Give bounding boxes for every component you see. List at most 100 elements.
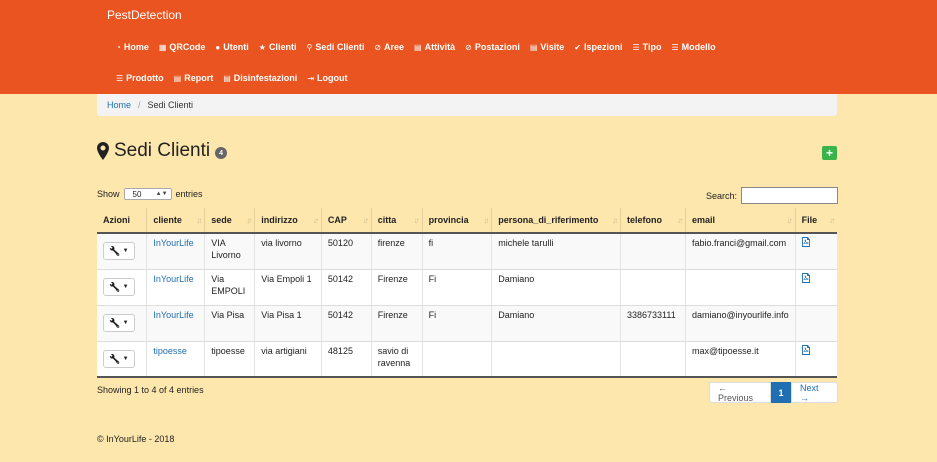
column-header-citta[interactable]: citta ↓↑ bbox=[371, 208, 423, 234]
caret-down-icon: ▼ bbox=[122, 355, 129, 362]
select-arrows-icon: ▲▼ bbox=[155, 191, 168, 197]
sort-icon: ↓↑ bbox=[246, 216, 252, 225]
cell-indirizzo: Via Pisa 1 bbox=[254, 305, 322, 342]
list-icon: ☰ bbox=[116, 73, 124, 83]
nav-label: Home bbox=[123, 42, 149, 52]
file-pdf-icon[interactable] bbox=[801, 344, 810, 355]
navbar: PestDetection ◔ Home ▦ QRCode ● Utenti ★ Client… bbox=[0, 0, 937, 94]
column-header-email[interactable]: email ↓↑ bbox=[685, 208, 796, 234]
cell-cliente[interactable]: InYourLife bbox=[146, 233, 206, 270]
column-header-label: cliente bbox=[153, 215, 182, 225]
cell-cliente[interactable]: InYourLife bbox=[146, 269, 206, 306]
nav-row-1: ◔ Home ▦ QRCode ● Utenti ★ Clienti ⚲ Sedi Clienti… bbox=[107, 40, 721, 54]
brand-link[interactable]: PestDetection bbox=[107, 8, 182, 22]
table-row: 🔧 ▼ InYourLife Via EMPOLI Via Empoli 1 50142 F… bbox=[97, 269, 837, 306]
actions-dropdown-button[interactable]: 🔧 ▼ bbox=[103, 349, 135, 368]
breadcrumb-home-link[interactable]: Home bbox=[107, 100, 131, 110]
column-header-persona-di-riferimento[interactable]: persona_di_riferimento ↓↑ bbox=[491, 208, 622, 234]
map-marker-icon: ⚲ bbox=[306, 42, 313, 52]
count-badge: 4 bbox=[215, 147, 228, 159]
next-page-button[interactable]: Next → bbox=[791, 382, 838, 403]
file-pdf-icon[interactable] bbox=[801, 237, 810, 247]
caret-down-icon: ▼ bbox=[122, 248, 129, 255]
column-header-telefono[interactable]: telefono ↓↑ bbox=[620, 208, 686, 234]
cell-telefono: 3386733111 bbox=[620, 305, 686, 342]
nav-label: Aree bbox=[384, 42, 405, 52]
nav-postazioni[interactable]: ⊘ Postazioni bbox=[460, 40, 525, 54]
column-header-cap[interactable]: CAP ↓↑ bbox=[321, 208, 372, 234]
search-control: Search: bbox=[706, 187, 839, 204]
nav-attivit[interactable]: ▤ Attività bbox=[409, 40, 460, 54]
cell-telefono bbox=[620, 233, 686, 270]
table-row: 🔧 ▼ InYourLife Via Pisa Via Pisa 1 50142 Firen… bbox=[97, 305, 837, 342]
breadcrumb: Home / Sedi Clienti bbox=[97, 94, 837, 116]
footer-copyright: © InYourLife - 2018 bbox=[97, 434, 175, 444]
column-header-provincia[interactable]: provincia ↓↑ bbox=[422, 208, 493, 234]
column-header-sede[interactable]: sede ↓↑ bbox=[204, 208, 256, 234]
cell-sede: Via Pisa bbox=[204, 305, 256, 342]
nav-ispezioni[interactable]: ✔ Ispezioni bbox=[569, 40, 627, 54]
cell-persona bbox=[491, 341, 622, 378]
nav-label: QRCode bbox=[169, 42, 206, 52]
nav-qrcode[interactable]: ▦ QRCode bbox=[154, 40, 211, 54]
calendar-icon: ▤ bbox=[223, 73, 231, 83]
cell-indirizzo: via artigiani bbox=[254, 341, 322, 378]
user-icon: ● bbox=[215, 42, 221, 52]
nav-disinfestazioni[interactable]: ▤ Disinfestazioni bbox=[218, 71, 302, 85]
length-select[interactable]: 50 ▲▼ bbox=[123, 188, 172, 200]
table-row: 🔧 ▼ tipoesse tipoesse via artigiani 48125 savi… bbox=[97, 341, 837, 378]
cell-persona: Damiano bbox=[491, 269, 622, 306]
nav-report[interactable]: ▤ Report bbox=[169, 71, 219, 85]
table-header-row: Azioni cliente ↓↑ sede ↓↑ indirizzo ↓↑ CAP ↓↑ cit… bbox=[97, 208, 837, 234]
page-1-button[interactable]: 1 bbox=[771, 382, 791, 403]
cell-cliente[interactable]: InYourLife bbox=[146, 305, 206, 342]
nav-aree[interactable]: ⊘ Aree bbox=[369, 40, 409, 54]
map-marker-icon bbox=[97, 142, 109, 160]
nav-visite[interactable]: ▤ Visite bbox=[525, 40, 569, 54]
nav-label: Sedi Clienti bbox=[315, 42, 365, 52]
nav-modello[interactable]: ☰ Modello bbox=[667, 40, 721, 54]
file-pdf-icon[interactable] bbox=[801, 272, 810, 283]
nav-label: Report bbox=[184, 73, 214, 83]
sort-icon: ↓↑ bbox=[483, 216, 489, 225]
calendar-icon: ▤ bbox=[173, 73, 182, 83]
nav-label: Modello bbox=[681, 42, 716, 52]
cell-email: fabio.franci@gmail.com bbox=[685, 233, 796, 270]
cell-cap: 48125 bbox=[321, 341, 372, 378]
column-header-label: email bbox=[691, 215, 715, 225]
previous-page-button[interactable]: ← Previous bbox=[709, 382, 771, 403]
ban-icon: ⊘ bbox=[465, 42, 472, 52]
nav-sedi-clienti[interactable]: ⚲ Sedi Clienti bbox=[301, 40, 369, 54]
cell-indirizzo: Via Empoli 1 bbox=[254, 269, 322, 306]
page-title: Sedi Clienti 4 bbox=[97, 140, 228, 162]
add-sede-button[interactable]: + bbox=[822, 146, 837, 160]
length-label-show: Show bbox=[97, 189, 120, 199]
cell-file bbox=[795, 341, 837, 378]
pagination: ← Previous 1 Next → bbox=[709, 382, 838, 403]
column-header-indirizzo[interactable]: indirizzo ↓↑ bbox=[254, 208, 322, 234]
nav-logout[interactable]: ⇥ Logout bbox=[302, 71, 352, 85]
column-header-cliente[interactable]: cliente ↓↑ bbox=[146, 208, 206, 234]
table-body: 🔧 ▼ InYourLife VIA Livorno via livorno 50120 f… bbox=[97, 233, 837, 378]
column-header-label: File bbox=[801, 215, 818, 225]
cell-file bbox=[795, 233, 837, 270]
cell-citta: Firenze bbox=[371, 305, 423, 342]
nav-prodotto[interactable]: ☰ Prodotto bbox=[107, 71, 169, 85]
nav-clienti[interactable]: ★ Clienti bbox=[254, 40, 302, 54]
actions-dropdown-button[interactable]: 🔧 ▼ bbox=[103, 242, 135, 261]
caret-down-icon: ▼ bbox=[122, 284, 129, 290]
nav-label: Tipo bbox=[642, 42, 662, 52]
column-header-file[interactable]: File ↓↑ bbox=[795, 208, 837, 234]
nav-utenti[interactable]: ● Utenti bbox=[210, 40, 253, 54]
actions-dropdown-button[interactable]: 🔧 ▼ bbox=[103, 278, 135, 296]
cell-sede: tipoesse bbox=[204, 341, 256, 378]
cell-email: damiano@inyourlife.info bbox=[685, 305, 796, 342]
nav-label: Prodotto bbox=[126, 73, 164, 83]
cell-cliente[interactable]: tipoesse bbox=[146, 341, 206, 378]
nav-home[interactable]: ◔ Home bbox=[107, 40, 154, 54]
cell-cap: 50142 bbox=[321, 269, 372, 306]
length-control: Show 50 ▲▼ entries bbox=[97, 188, 203, 200]
search-input[interactable] bbox=[741, 187, 839, 204]
actions-dropdown-button[interactable]: 🔧 ▼ bbox=[103, 314, 135, 332]
nav-tipo[interactable]: ☰ Tipo bbox=[627, 40, 666, 54]
